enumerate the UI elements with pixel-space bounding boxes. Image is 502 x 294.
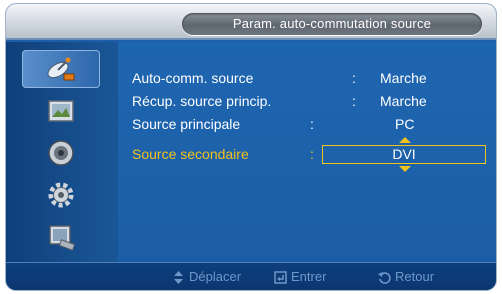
enter-icon [274, 270, 287, 284]
picture-icon [48, 100, 74, 122]
row-colon: : [352, 93, 356, 109]
osd-window: Param. auto-commutation source Auto-comm… [6, 4, 496, 290]
menu-title: Param. auto-commutation source [182, 13, 482, 35]
move-label: Déplacer [189, 269, 242, 284]
sidebar-item-picture[interactable] [22, 92, 100, 130]
sidebar [6, 42, 118, 262]
footer-nav: Déplacer Entrer Retour [6, 262, 496, 290]
return-label: Retour [395, 269, 435, 284]
menu-row-primary-recovery[interactable]: Récup. source princip. : Marche [132, 91, 492, 111]
secondary-source-selector[interactable]: DVI [322, 145, 486, 164]
row-colon: : [310, 116, 314, 132]
value-up-arrow-icon[interactable] [399, 137, 411, 143]
gear-icon [48, 182, 74, 208]
multi-display-icon [49, 225, 76, 251]
header-bar: Param. auto-commutation source [6, 4, 496, 40]
sidebar-item-multi-display[interactable] [22, 218, 100, 256]
return-icon [378, 271, 391, 284]
row-value: Marche [380, 70, 427, 86]
sidebar-item-setup[interactable] [22, 176, 100, 214]
row-colon: : [310, 146, 314, 162]
enter-label: Entrer [291, 269, 327, 284]
menu-row-auto-switch[interactable]: Auto-comm. source : Marche [132, 68, 492, 88]
row-colon: : [352, 70, 356, 86]
row-label: Auto-comm. source [132, 70, 254, 86]
sidebar-item-sound[interactable] [22, 134, 100, 172]
sidebar-item-input[interactable] [22, 50, 100, 88]
row-value: PC [395, 116, 415, 132]
row-value: Marche [380, 93, 427, 109]
footer-move: Déplacer [172, 269, 241, 285]
satellite-dish-icon [47, 57, 75, 81]
row-label: Récup. source princip. [132, 93, 272, 109]
sound-speaker-icon [48, 140, 74, 166]
value-down-arrow-icon[interactable] [399, 166, 411, 172]
menu-row-primary-source[interactable]: Source principale : PC [132, 114, 492, 134]
row-label: Source principale [132, 116, 241, 132]
row-label: Source secondaire [132, 146, 249, 162]
footer-enter: Entrer [274, 269, 326, 285]
up-down-arrows-icon [174, 270, 183, 284]
selected-value: DVI [392, 146, 416, 162]
footer-return: Retour [378, 269, 434, 285]
menu-panel: Auto-comm. source : Marche Récup. source… [118, 42, 496, 262]
